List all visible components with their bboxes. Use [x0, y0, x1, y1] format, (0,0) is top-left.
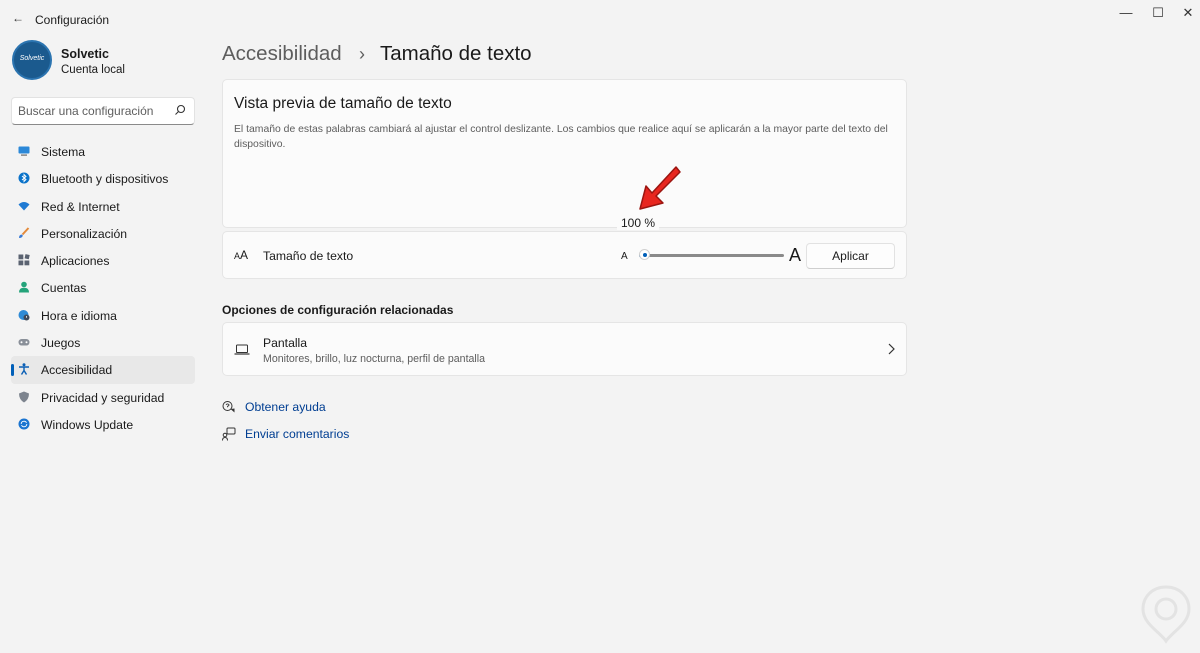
sidebar-item-label: Accesibilidad	[41, 363, 113, 378]
sidebar-item-accesibilidad[interactable]: Accesibilidad	[11, 356, 195, 384]
send-feedback-link[interactable]: Enviar comentarios	[222, 425, 362, 445]
sidebar-item-bluetooth[interactable]: Bluetooth y dispositivos	[11, 165, 195, 192]
back-button[interactable]: ←	[10, 10, 26, 26]
text-size-icon-large: A	[240, 248, 249, 262]
sidebar-item-label: Hora e idioma	[41, 308, 117, 323]
search-box[interactable]	[11, 97, 195, 125]
get-help-text[interactable]: Obtener ayuda	[245, 400, 326, 414]
app-title: Configuración	[35, 13, 110, 27]
gamepad-icon	[18, 339, 30, 346]
sidebar-item-label: Bluetooth y dispositivos	[41, 172, 169, 187]
account-type: Cuenta local	[61, 64, 125, 76]
text-size-label: Tamaño de texto	[263, 249, 354, 263]
search-icon[interactable]	[174, 104, 186, 116]
sidebar-item-label: Juegos	[41, 336, 81, 351]
sidebar-item-hora[interactable]: Hora e idioma	[11, 302, 195, 329]
slider-thumb[interactable]	[639, 249, 650, 260]
sidebar-item-label: Aplicaciones	[41, 254, 110, 269]
sidebar-item-juegos[interactable]: Juegos	[11, 329, 195, 356]
text-size-setting-row: AA Tamaño de texto A A Aplicar	[222, 231, 907, 279]
preview-title: Vista previa de tamaño de texto	[234, 95, 452, 112]
display-subtitle: Monitores, brillo, luz nocturna, perfil …	[263, 353, 485, 365]
title-bar: ← Configuración — ☐ ✕	[0, 0, 1200, 40]
send-feedback-text[interactable]: Enviar comentarios	[245, 427, 349, 441]
search-input[interactable]	[18, 103, 168, 119]
watermark-logo-icon	[1141, 585, 1191, 644]
avatar[interactable]: Solvetic	[12, 40, 52, 80]
brush-icon	[19, 227, 30, 238]
slider-min-label: A	[621, 251, 628, 262]
apps-icon	[18, 254, 30, 266]
sidebar-item-label: Sistema	[41, 145, 86, 159]
text-size-preview-card: Vista previa de tamaño de texto El tamañ…	[222, 79, 907, 228]
avatar-logo-text: Solvetic	[19, 55, 45, 62]
bluetooth-icon	[18, 172, 30, 184]
accessibility-icon	[19, 363, 29, 376]
apply-button[interactable]: Aplicar	[806, 243, 895, 269]
text-size-icon: AA	[234, 248, 248, 262]
close-button[interactable]: ✕	[1166, 0, 1200, 30]
sidebar-item-label: Windows Update	[41, 417, 134, 432]
sidebar-item-cuentas[interactable]: Cuentas	[11, 274, 195, 301]
sidebar-item-label: Cuentas	[41, 281, 87, 296]
globe-clock-icon	[18, 309, 30, 321]
breadcrumb-separator: ›	[359, 44, 365, 64]
sidebar-item-personalizacion[interactable]: Personalización	[11, 220, 195, 247]
chevron-right-icon	[888, 343, 895, 355]
display-settings-link[interactable]: Pantalla Monitores, brillo, luz nocturna…	[222, 322, 907, 376]
page-title: Tamaño de texto	[380, 42, 532, 65]
related-settings-heading: Opciones de configuración relacionadas	[222, 303, 454, 317]
wifi-icon	[18, 201, 30, 211]
sidebar-item-red[interactable]: Red & Internet	[11, 193, 195, 220]
refresh-icon	[18, 418, 30, 430]
sidebar-item-sistema[interactable]: Sistema	[11, 138, 195, 165]
breadcrumb-parent[interactable]: Accesibilidad	[222, 42, 342, 66]
red-arrow-annotation-icon	[639, 166, 681, 210]
display-title: Pantalla	[263, 336, 308, 350]
sidebar-item-privacidad[interactable]: Privacidad y seguridad	[11, 384, 195, 411]
text-size-slider[interactable]	[639, 249, 784, 260]
sidebar-nav: Sistema Bluetooth y dispositivos Red & I…	[11, 138, 195, 438]
slider-max-label: A	[789, 245, 802, 265]
sidebar-item-label: Personalización	[41, 226, 128, 241]
slider-value-tooltip: 100 %	[617, 216, 660, 230]
monitor-icon	[18, 146, 30, 156]
shield-icon	[19, 391, 29, 403]
help-chat-icon	[222, 401, 235, 413]
feedback-icon	[222, 427, 236, 441]
slider-rail[interactable]	[639, 254, 784, 257]
person-icon	[19, 282, 29, 293]
account-name: Solvetic	[61, 47, 109, 61]
sidebar-item-label: Red & Internet	[41, 199, 120, 214]
sidebar-item-windows-update[interactable]: Windows Update	[11, 411, 195, 438]
laptop-icon	[234, 344, 250, 355]
sidebar-item-aplicaciones[interactable]: Aplicaciones	[11, 247, 195, 274]
preview-description: El tamaño de estas palabras cambiará al …	[234, 124, 888, 150]
get-help-link[interactable]: Obtener ayuda	[222, 398, 342, 418]
sidebar-item-label: Privacidad y seguridad	[41, 390, 165, 405]
